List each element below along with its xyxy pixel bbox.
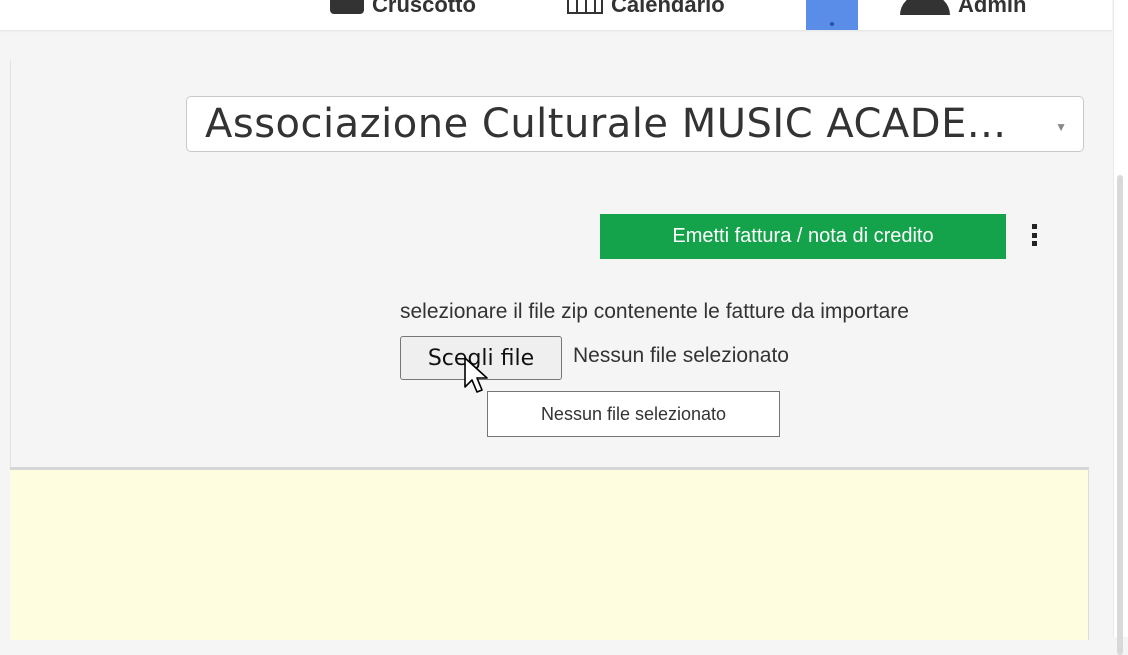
emit-invoice-button[interactable]: Emetti fattura / nota di credito bbox=[600, 214, 1006, 259]
file-tooltip: Nessun file selezionato bbox=[487, 391, 780, 437]
page-scrollbar[interactable] bbox=[1113, 0, 1128, 655]
nav-calendar[interactable]: Calendario bbox=[567, 0, 725, 20]
user-menu-label: Admin bbox=[958, 0, 1027, 17]
chevron-down-icon: ▼ bbox=[1055, 120, 1067, 134]
kebab-dot bbox=[1032, 224, 1037, 229]
nav-dashboard-label: Cruscotto bbox=[372, 0, 476, 17]
kebab-dot bbox=[1032, 232, 1037, 238]
company-select[interactable]: Associazione Culturale MUSIC ACADE... ▼ bbox=[186, 96, 1084, 152]
calendar-icon bbox=[567, 0, 603, 14]
company-select-value: Associazione Culturale MUSIC ACADE... bbox=[205, 101, 1007, 147]
mouse-pointer-icon bbox=[464, 357, 488, 393]
file-status: Nessun file selezionato bbox=[573, 344, 789, 367]
navbar-shadow bbox=[0, 30, 1112, 33]
import-instructions: selezionare il file zip contenente le fa… bbox=[400, 300, 909, 323]
top-navbar: Cruscotto Calendario Admin bbox=[0, 0, 1112, 30]
dashboard-icon bbox=[330, 0, 364, 14]
nav-calendar-label: Calendario bbox=[611, 0, 725, 17]
notifications-button[interactable] bbox=[806, 0, 858, 30]
kebab-dot bbox=[1032, 241, 1037, 246]
user-icon bbox=[900, 0, 950, 15]
content-panel bbox=[10, 467, 1089, 640]
scrollbar-thumb[interactable] bbox=[1117, 175, 1123, 655]
more-options-icon[interactable] bbox=[1032, 224, 1038, 246]
nav-dashboard[interactable]: Cruscotto bbox=[330, 0, 476, 20]
user-menu[interactable]: Admin bbox=[900, 0, 1026, 20]
